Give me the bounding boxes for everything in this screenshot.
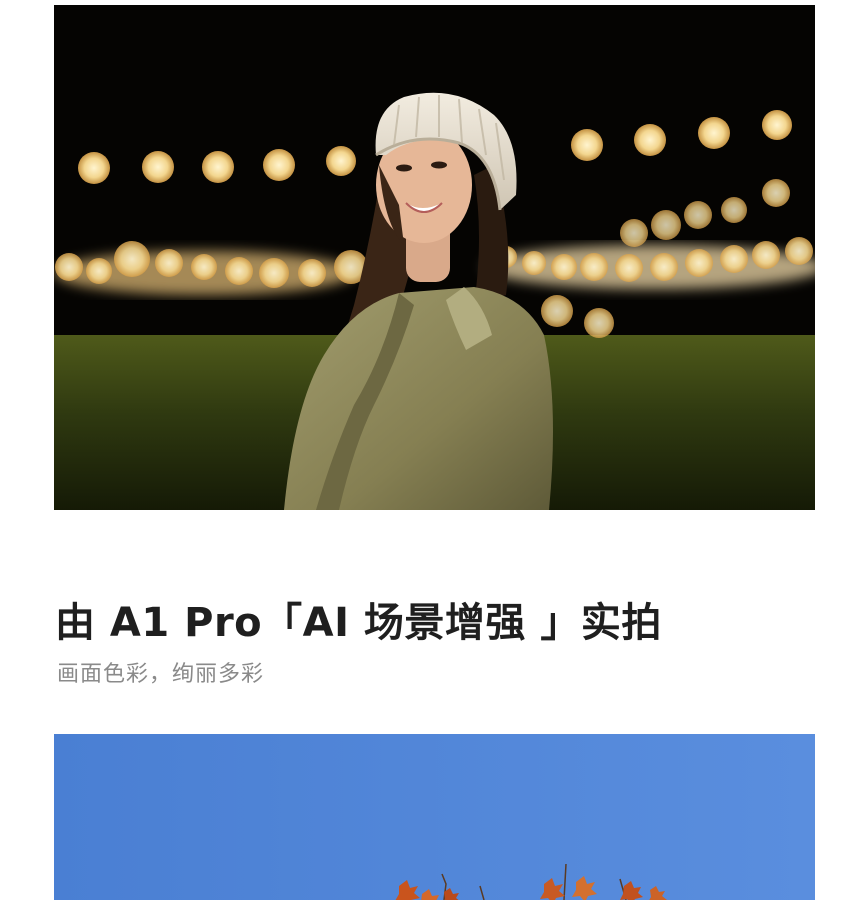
caption-title: 由 A1 Pro「AI 场景增强 」实拍 (55, 600, 662, 646)
caption-subtitle: 画面色彩，绚丽多彩 (57, 662, 265, 687)
sky-foliage-photo (54, 734, 815, 900)
night-portrait-image (54, 5, 815, 510)
sky-foliage-image (54, 734, 815, 900)
night-portrait-photo (54, 5, 815, 510)
